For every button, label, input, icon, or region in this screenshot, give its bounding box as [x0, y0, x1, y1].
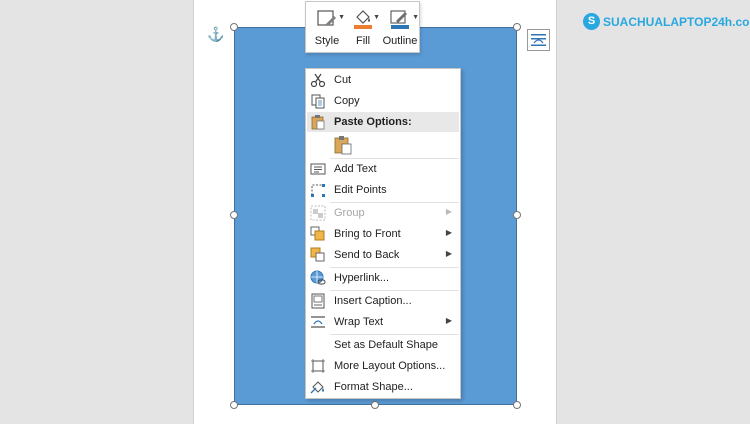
- style-button[interactable]: ▼ Style: [309, 5, 345, 51]
- hyperlink-globe-icon: [310, 270, 326, 285]
- resize-handle-bottom-right[interactable]: [513, 401, 521, 409]
- resize-handle-top-left[interactable]: [230, 23, 238, 31]
- resize-handle-bottom-middle[interactable]: [371, 401, 379, 409]
- menu-item-cut[interactable]: Cut: [306, 70, 460, 91]
- menu-item-format-shape-label: Format Shape...: [334, 381, 413, 393]
- resize-handle-middle-left[interactable]: [230, 211, 238, 219]
- menu-item-hyperlink-label: Hyperlink...: [334, 272, 390, 284]
- edit-points-icon: [311, 184, 325, 197]
- style-dropdown-icon: ▼: [338, 14, 345, 21]
- resize-handle-bottom-left[interactable]: [230, 401, 238, 409]
- context-menu: Cut Copy Paste Options: Add Text Edit Po…: [305, 68, 461, 399]
- menu-item-copy[interactable]: Copy: [306, 91, 460, 112]
- paste-options-label: Paste Options:: [334, 116, 412, 128]
- group-icon: [310, 205, 326, 221]
- menu-item-set-default-shape-label: Set as Default Shape: [334, 339, 438, 351]
- brand-logo-icon: S: [583, 13, 600, 30]
- format-shape-icon: [310, 381, 324, 394]
- submenu-arrow-icon: ▶: [445, 228, 452, 237]
- wrap-text-icon: [311, 316, 325, 328]
- menu-item-cut-label: Cut: [334, 74, 352, 86]
- layout-options-icon: [311, 359, 325, 373]
- layout-options-icon: [531, 34, 546, 46]
- resize-handle-top-right[interactable]: [513, 23, 521, 31]
- menu-item-edit-points-label: Edit Points: [334, 184, 387, 196]
- fill-button[interactable]: ▼ Fill: [346, 5, 380, 51]
- scissors-icon: [310, 73, 326, 88]
- menu-item-edit-points[interactable]: Edit Points: [306, 180, 460, 201]
- menu-item-more-layout-options-label: More Layout Options...: [334, 360, 446, 372]
- style-label: Style: [314, 35, 340, 47]
- menu-item-bring-to-front-label: Bring to Front: [334, 228, 401, 240]
- shape-style-icon: [317, 10, 336, 26]
- resize-handle-middle-right[interactable]: [513, 211, 521, 219]
- menu-item-group[interactable]: Group ▶: [306, 203, 460, 224]
- send-to-back-icon: [310, 247, 325, 262]
- menu-item-send-to-back[interactable]: Send to Back ▶: [306, 245, 460, 266]
- outline-dropdown-icon: ▼: [412, 14, 419, 21]
- text-box-icon: [310, 163, 326, 175]
- copy-icon: [311, 94, 325, 109]
- insert-caption-icon: [311, 293, 325, 309]
- menu-item-set-default-shape[interactable]: Set as Default Shape: [306, 335, 460, 356]
- paste-icon: [311, 115, 325, 130]
- paste-options-header: Paste Options:: [307, 112, 459, 132]
- menu-item-add-text-label: Add Text: [334, 163, 377, 175]
- menu-item-format-shape[interactable]: Format Shape...: [306, 377, 460, 398]
- anchor-icon[interactable]: ⚓: [207, 26, 224, 42]
- menu-item-wrap-text[interactable]: Wrap Text ▶: [306, 312, 460, 333]
- outline-label: Outline: [382, 35, 418, 47]
- menu-item-bring-to-front[interactable]: Bring to Front ▶: [306, 224, 460, 245]
- menu-item-send-to-back-label: Send to Back: [334, 249, 400, 261]
- brand-watermark: S SUACHUALAPTOP24h.com: [583, 12, 750, 34]
- menu-item-add-text[interactable]: Add Text: [306, 159, 460, 180]
- layout-options-button[interactable]: [527, 29, 550, 51]
- fill-bucket-icon: [354, 10, 372, 29]
- bring-to-front-icon: [310, 226, 325, 241]
- menu-item-insert-caption-label: Insert Caption...: [334, 295, 412, 307]
- submenu-arrow-icon: ▶: [445, 207, 452, 216]
- menu-item-group-label: Group: [334, 207, 365, 219]
- fill-dropdown-icon: ▼: [373, 14, 380, 21]
- mini-toolbar: ▼ Style ▼ Fill ▼ Outline: [305, 1, 420, 53]
- menu-item-wrap-text-label: Wrap Text: [334, 316, 384, 328]
- fill-label: Fill: [355, 35, 371, 47]
- paste-keep-source-formatting-icon[interactable]: [333, 135, 353, 155]
- outline-pen-icon: [390, 10, 409, 29]
- outline-button[interactable]: ▼ Outline: [381, 5, 419, 51]
- submenu-arrow-icon: ▶: [445, 316, 452, 325]
- menu-item-hyperlink[interactable]: Hyperlink...: [306, 268, 460, 289]
- submenu-arrow-icon: ▶: [445, 249, 452, 258]
- brand-name: SUACHUALAPTOP24h.com: [603, 15, 750, 29]
- menu-item-more-layout-options[interactable]: More Layout Options...: [306, 356, 460, 377]
- menu-item-insert-caption[interactable]: Insert Caption...: [306, 291, 460, 312]
- menu-item-copy-label: Copy: [334, 95, 360, 107]
